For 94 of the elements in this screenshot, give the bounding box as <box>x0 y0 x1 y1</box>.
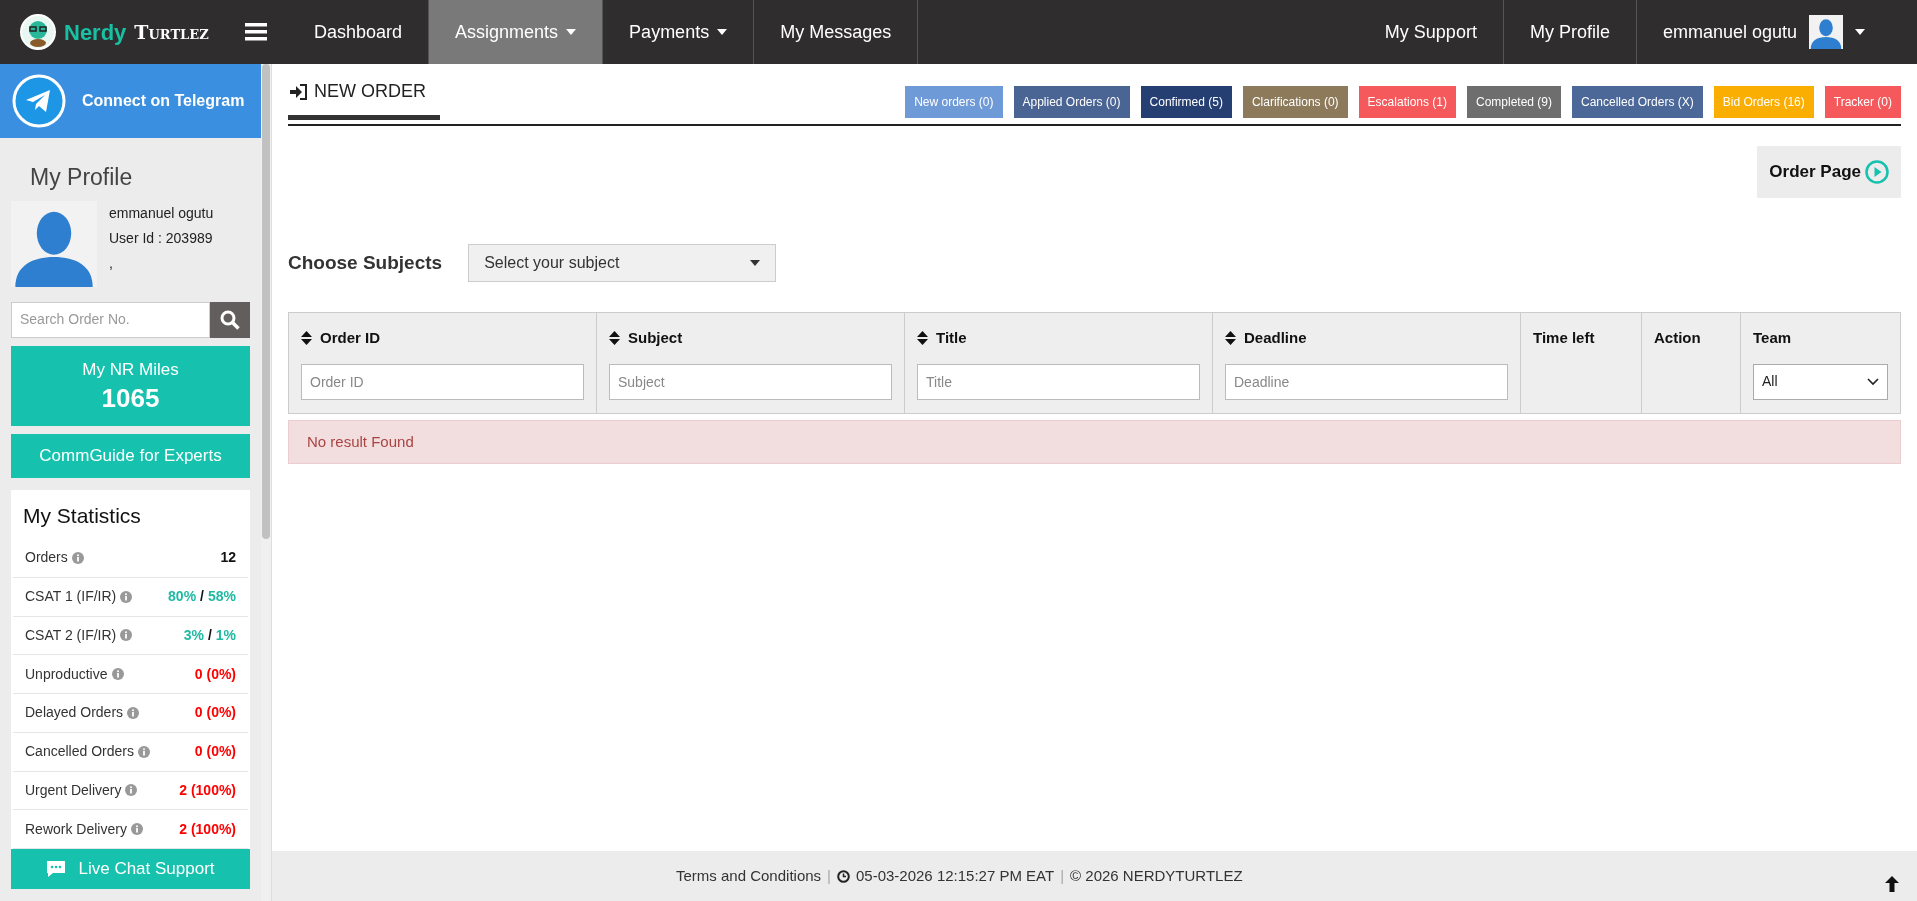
info-icon <box>130 823 143 836</box>
stat-label: CSAT 1 (IF/IR) <box>25 587 117 607</box>
team-dropdown[interactable]: All <box>1753 363 1888 400</box>
stat-label: Urgent Delivery <box>25 780 122 800</box>
info-icon <box>127 706 140 719</box>
section-heading: My Profile <box>29 163 134 192</box>
status-badge[interactable]: Cancelled Orders (X) <box>1572 86 1703 118</box>
nav-link[interactable]: My Profile <box>1503 0 1637 64</box>
section-heading: My Statistics <box>22 502 142 529</box>
stat-label: Rework Delivery <box>25 819 127 839</box>
stat-label: CSAT 2 (IF/IR) <box>25 625 117 645</box>
stat-value: 2 (100%) <box>179 780 237 800</box>
status-badge[interactable]: Escalations (1) <box>1358 86 1456 118</box>
avatar-icon <box>1809 15 1843 49</box>
clock-icon <box>837 869 850 883</box>
info-icon <box>120 629 133 642</box>
miles-value: 1065 <box>101 382 160 415</box>
brand-name: Nerdy <box>64 18 127 47</box>
nav-link[interactable]: My Messages <box>754 0 919 64</box>
stat-value: 12 <box>220 548 237 568</box>
profile-photo-icon <box>11 200 97 287</box>
stat-value: 2 (100%) <box>179 819 237 839</box>
sort-icon <box>917 331 928 346</box>
telegram-link[interactable]: Connect on Telegram <box>0 64 262 138</box>
brand-name: Turtlez <box>134 19 209 45</box>
stat-value: 3% <box>183 625 204 645</box>
user-id: User Id : 203989 <box>109 228 214 248</box>
nav-link[interactable]: My Support <box>1358 0 1504 64</box>
caret-icon <box>1855 29 1865 35</box>
info-icon <box>125 784 138 797</box>
info-icon <box>71 551 84 564</box>
nav-link[interactable]: Payments <box>603 0 755 64</box>
stat-value: 0 (0%) <box>194 742 237 762</box>
status-badge[interactable]: Applied Orders (0) <box>1013 86 1130 118</box>
search-button[interactable] <box>210 301 251 338</box>
stat-label: Unproductive <box>25 664 108 684</box>
empty-result-message: No result Found <box>288 420 1901 464</box>
scrollbar-thumb[interactable] <box>262 64 270 539</box>
sort-icon <box>301 331 312 346</box>
chevron-icon <box>1867 377 1879 386</box>
filter-field[interactable]: Deadline <box>1225 363 1508 400</box>
column-header: Deadline <box>1244 328 1307 348</box>
column-header: Subject <box>628 328 683 348</box>
footer-datetime: 05-03-2026 12:15:27 PM EAT <box>856 865 1055 886</box>
subject-dropdown[interactable]: Select your subject <box>468 244 777 282</box>
status-badge[interactable]: Clarifications (0) <box>1242 86 1348 118</box>
separator: | <box>827 865 831 886</box>
scroll-top-icon[interactable] <box>1883 875 1901 893</box>
column-header: Action <box>1654 328 1701 348</box>
search-icon <box>220 309 241 330</box>
stat-value: 80% <box>168 587 197 607</box>
profile-name: emmanuel ogutu <box>109 203 214 223</box>
stat-value: 0 (0%) <box>194 664 237 684</box>
copyright-text: © 2026 NERDYTURTLEZ <box>1070 865 1243 886</box>
stat-label: Delayed Orders <box>25 703 124 723</box>
info-icon <box>120 590 133 603</box>
sign-in-icon <box>290 83 308 100</box>
column-header: Team <box>1753 328 1792 348</box>
miles-label: My NR Miles <box>82 358 179 381</box>
terms-link[interactable]: Terms and Conditions <box>676 864 822 888</box>
field-label: Choose Subjects <box>288 250 443 275</box>
user-menu[interactable]: emmanuel ogutu <box>1636 0 1917 64</box>
stat-value: 0 (0%) <box>194 703 237 723</box>
sort-icon <box>609 331 620 346</box>
stat-label: Orders <box>25 548 68 568</box>
status-badge[interactable]: Completed (9) <box>1467 86 1561 118</box>
stat-value: / <box>207 625 212 645</box>
filter-field[interactable]: Subject <box>609 363 892 400</box>
status-badge[interactable]: Confirmed (5) <box>1140 86 1232 118</box>
column-header: Time left <box>1533 328 1595 348</box>
page-title: NEW ORDER <box>314 80 426 103</box>
play-icon <box>1865 160 1889 184</box>
telegram-icon <box>12 74 66 128</box>
info-icon <box>137 745 150 758</box>
stat-label: Cancelled Orders <box>25 742 134 762</box>
nav-link[interactable]: Assignments <box>429 0 604 64</box>
column-header: Title <box>936 328 967 348</box>
caret-icon <box>750 260 761 266</box>
stat-value: / <box>200 587 204 607</box>
menu-icon <box>245 23 267 41</box>
filter-field[interactable]: Title <box>917 363 1200 400</box>
info-icon <box>111 668 124 681</box>
order-page-button[interactable]: Order Page <box>1757 146 1901 198</box>
sort-icon <box>1225 331 1236 346</box>
stat-value: 1% <box>215 625 237 645</box>
filter-field[interactable]: Order ID <box>301 363 584 400</box>
turtle-logo-icon <box>20 14 56 50</box>
separator: | <box>1060 865 1065 886</box>
status-badge[interactable]: Tracker (0) <box>1824 86 1901 118</box>
column-header: Order ID <box>320 328 380 348</box>
chat-icon <box>46 860 67 878</box>
search-field[interactable]: Search Order No. <box>11 301 211 338</box>
profile-detail: , <box>109 253 114 273</box>
stat-value: 58% <box>208 587 237 607</box>
